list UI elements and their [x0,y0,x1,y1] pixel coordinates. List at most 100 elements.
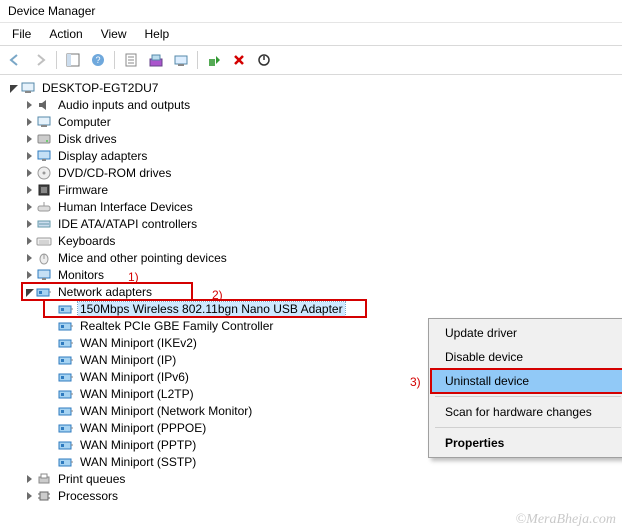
network-adapter-icon [58,301,74,317]
category-item[interactable]: Monitors [0,266,622,283]
properties-button[interactable] [120,49,142,71]
category-item[interactable]: Keyboards [0,232,622,249]
ctx-separator [435,427,621,428]
network-icon [58,352,74,368]
ide-icon [36,216,52,232]
keyboard-icon [36,233,52,249]
toolbar: ? [0,46,622,75]
network-icon [58,437,74,453]
display-icon [36,148,52,164]
mouse-icon [36,250,52,266]
ctx-separator [435,396,621,397]
expander-icon[interactable] [22,132,36,146]
spacer [44,336,58,350]
tree-item-label: WAN Miniport (PPPOE) [78,421,208,435]
expander-icon[interactable] [22,234,36,248]
device-wireless-adapter[interactable]: 150Mbps Wireless 802.11bgn Nano USB Adap… [44,300,366,317]
cpu-icon [36,488,52,504]
tree-item-label: Print queues [56,472,127,486]
tree-item-label: Computer [56,115,113,129]
back-button[interactable] [4,49,26,71]
toolbar-separator [114,51,115,69]
hid-icon [36,199,52,215]
expander-icon[interactable] [22,166,36,180]
toolbar-separator [56,51,57,69]
window-title: Device Manager [0,0,622,23]
network-icon [58,335,74,351]
spacer [44,455,58,469]
expander-icon[interactable] [22,251,36,265]
network-icon [58,420,74,436]
device-tree[interactable]: DESKTOP-EGT2DU7 Audio inputs and outputs… [0,75,622,508]
disable-device-button[interactable] [253,49,275,71]
category-item[interactable]: DVD/CD-ROM drives [0,164,622,181]
expander-icon[interactable] [22,472,36,486]
spacer [44,319,58,333]
expander-icon[interactable] [6,81,20,95]
firmware-icon [36,182,52,198]
expander-icon[interactable] [22,217,36,231]
spacer [44,438,58,452]
category-item[interactable]: Processors [0,487,622,504]
expander-icon[interactable] [22,285,36,299]
update-driver-button[interactable] [145,49,167,71]
tree-item-label: Firmware [56,183,110,197]
annotation-2: 2) [212,288,223,302]
spacer [44,370,58,384]
annotation-3: 3) [410,375,421,389]
scan-hardware-button[interactable] [170,49,192,71]
expander-icon[interactable] [22,115,36,129]
category-network-adapters[interactable]: Network adapters [22,283,192,300]
tree-item-label: Mice and other pointing devices [56,251,229,265]
spacer [44,404,58,418]
spacer [44,387,58,401]
ctx-uninstall-device[interactable]: Uninstall device [431,369,622,393]
network-icon [58,369,74,385]
help-button[interactable]: ? [87,49,109,71]
ctx-update-driver[interactable]: Update driver [431,321,622,345]
category-item[interactable]: Firmware [0,181,622,198]
tree-item-label: WAN Miniport (Network Monitor) [78,404,254,418]
network-icon [58,318,74,334]
category-item[interactable]: IDE ATA/ATAPI controllers [0,215,622,232]
category-item[interactable]: Computer [0,113,622,130]
forward-button[interactable] [29,49,51,71]
toolbar-separator [197,51,198,69]
monitor-icon [36,267,52,283]
menu-view[interactable]: View [93,25,135,43]
uninstall-button[interactable] [228,49,250,71]
category-item[interactable]: Audio inputs and outputs [0,96,622,113]
expander-icon[interactable] [22,200,36,214]
expander-icon[interactable] [22,489,36,503]
tree-item-label: Audio inputs and outputs [56,98,192,112]
category-item[interactable]: Mice and other pointing devices [0,249,622,266]
expander-icon[interactable] [22,183,36,197]
watermark: ©MeraBheja.com [516,512,616,528]
show-hide-console-tree-button[interactable] [62,49,84,71]
category-item[interactable]: Human Interface Devices [0,198,622,215]
context-menu: Update driver Disable device Uninstall d… [428,318,622,458]
category-item[interactable]: Print queues [0,470,622,487]
ctx-scan-hardware[interactable]: Scan for hardware changes [431,400,622,424]
category-label: Network adapters [56,285,154,299]
tree-item-label: Display adapters [56,149,149,163]
ctx-properties[interactable]: Properties [431,431,622,455]
enable-device-button[interactable] [203,49,225,71]
tree-root[interactable]: DESKTOP-EGT2DU7 [0,79,622,96]
expander-icon[interactable] [22,149,36,163]
network-icon [58,454,74,470]
audio-icon [36,97,52,113]
menu-help[interactable]: Help [137,25,178,43]
category-item[interactable]: Disk drives [0,130,622,147]
menu-file[interactable]: File [4,25,39,43]
annotation-1: 1) [128,270,139,284]
menu-action[interactable]: Action [41,25,90,43]
expander-icon[interactable] [22,98,36,112]
expander-icon[interactable] [22,268,36,282]
tree-item-label: WAN Miniport (IP) [78,353,178,367]
tree-item-label: WAN Miniport (L2TP) [78,387,196,401]
device-label: 150Mbps Wireless 802.11bgn Nano USB Adap… [78,302,345,316]
category-item[interactable]: Display adapters [0,147,622,164]
ctx-disable-device[interactable]: Disable device [431,345,622,369]
tree-item-label: IDE ATA/ATAPI controllers [56,217,199,231]
